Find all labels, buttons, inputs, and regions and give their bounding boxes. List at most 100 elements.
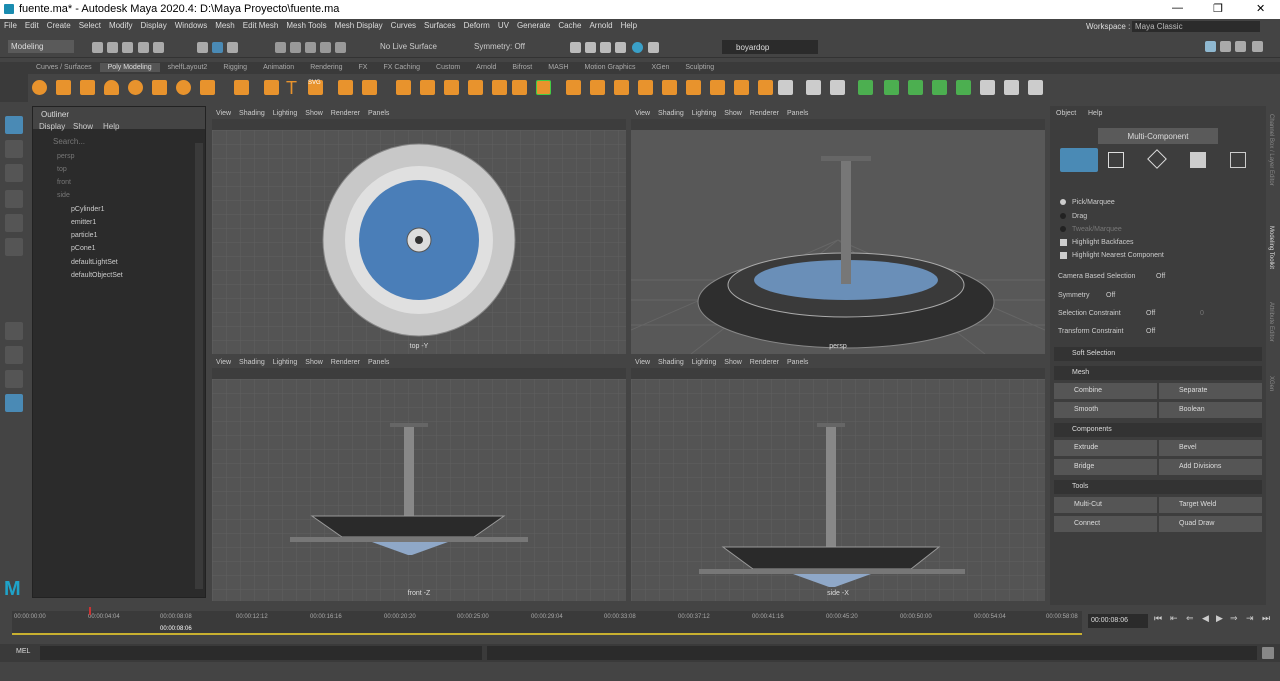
extrude-tool-icon[interactable] <box>536 80 551 95</box>
select-hierarchy-icon[interactable] <box>197 42 208 53</box>
symmetry-value[interactable]: Off <box>1106 292 1115 299</box>
vp-menu-view[interactable]: View <box>631 358 654 367</box>
vp-menu-lighting[interactable]: Lighting <box>688 358 721 367</box>
outliner-item-side[interactable]: side <box>57 192 70 199</box>
menu-select[interactable]: Select <box>75 19 105 30</box>
soft-selection-section[interactable]: Soft Selection <box>1054 347 1262 361</box>
vp-menu-renderer[interactable]: Renderer <box>327 358 364 367</box>
outliner-item-defaultobjectset[interactable]: defaultObjectSet <box>71 272 123 279</box>
select-component-icon[interactable] <box>227 42 238 53</box>
connect-button[interactable]: Connect <box>1054 516 1157 532</box>
vp-menu-lighting[interactable]: Lighting <box>269 358 302 367</box>
quad-draw-button[interactable]: Quad Draw <box>1159 516 1262 532</box>
vp-menu-panels[interactable]: Panels <box>364 109 393 118</box>
tab-modeling-toolkit[interactable]: Modeling Toolkit <box>1268 226 1274 269</box>
snap-curve-icon[interactable] <box>290 42 301 53</box>
outliner-scrollbar[interactable] <box>195 143 203 589</box>
step-forward-frame-icon[interactable]: ⇒ <box>1230 613 1238 624</box>
scale-tool-icon[interactable] <box>5 238 23 256</box>
toggle-modeling-toolkit-icon[interactable] <box>1252 41 1263 52</box>
poly-torus-icon[interactable] <box>128 80 143 95</box>
menu-mesh[interactable]: Mesh <box>211 19 239 30</box>
edge-mode-icon[interactable] <box>1147 149 1167 169</box>
tweak-marquee-radio[interactable] <box>1060 226 1066 232</box>
vp-menu-shading[interactable]: Shading <box>654 358 688 367</box>
poly-cylinder-icon[interactable] <box>80 80 95 95</box>
outliner-item-particle1[interactable]: particle1 <box>71 232 97 239</box>
current-time-field[interactable]: 00:00:08:06 <box>1088 614 1148 628</box>
symmetry-field[interactable]: Symmetry: Off <box>474 42 525 51</box>
outliner-menu-help[interactable]: Help <box>103 122 119 131</box>
user-account-select[interactable]: boyardop <box>722 40 818 54</box>
fill-hole-icon[interactable] <box>638 80 653 95</box>
vp-menu-panels[interactable]: Panels <box>783 358 812 367</box>
mel-input[interactable] <box>40 646 482 660</box>
outliner-item-top[interactable]: top <box>57 166 67 173</box>
menu-cache[interactable]: Cache <box>554 19 585 30</box>
vp-menu-show[interactable]: Show <box>720 358 746 367</box>
menu-display[interactable]: Display <box>137 19 171 30</box>
poly-cone-icon[interactable] <box>104 80 119 95</box>
wedge-tool-icon[interactable] <box>662 80 677 95</box>
viewport-canvas[interactable]: top -Y <box>212 130 626 354</box>
viewport-toolbar[interactable] <box>631 119 1045 130</box>
viewport-toolbar[interactable] <box>631 368 1045 379</box>
tab-xgen[interactable]: XGen <box>1268 376 1274 391</box>
save-scene-icon[interactable] <box>122 42 133 53</box>
snap-surface-icon[interactable] <box>335 42 346 53</box>
camera-based-selection-value[interactable]: Off <box>1156 273 1165 280</box>
shelf-tab-curves-surfaces[interactable]: Curves / Surfaces <box>28 63 100 72</box>
live-surface-field[interactable]: No Live Surface <box>380 42 437 51</box>
viewport-persp[interactable]: View Shading Lighting Show Renderer Panels pe… <box>631 108 1045 354</box>
object-mode-icon[interactable] <box>1060 148 1098 172</box>
bevel-tool-icon[interactable] <box>512 80 527 95</box>
bevel-button[interactable]: Bevel <box>1159 440 1262 456</box>
viewport-toolbar[interactable] <box>212 119 626 130</box>
play-forward-icon[interactable]: ▶ <box>1216 613 1223 624</box>
outliner-item-pcylinder1[interactable]: pCylinder1 <box>71 206 104 213</box>
outliner-item-emitter1[interactable]: emitter1 <box>71 219 96 226</box>
extrude-button[interactable]: Extrude <box>1054 440 1157 456</box>
mtk-menu-object[interactable]: Object <box>1056 110 1076 117</box>
smooth-tool-icon[interactable] <box>492 80 507 95</box>
vp-menu-lighting[interactable]: Lighting <box>269 109 302 118</box>
play-backward-icon[interactable]: ◀ <box>1202 613 1209 624</box>
ipr-render-icon[interactable] <box>600 42 611 53</box>
undo-icon[interactable] <box>138 42 149 53</box>
append-tool-icon[interactable] <box>566 80 581 95</box>
uv-layout-icon[interactable] <box>1004 80 1019 95</box>
merge-tool-icon[interactable] <box>614 80 629 95</box>
outliner-item-pcone1[interactable]: pCone1 <box>71 245 96 252</box>
mirror-tool-icon[interactable] <box>710 80 725 95</box>
nurbs-tool-icon[interactable] <box>362 80 377 95</box>
menu-edit[interactable]: Edit <box>21 19 43 30</box>
selection-constraint-value[interactable]: Off <box>1146 310 1155 317</box>
outliner-item-front[interactable]: front <box>57 179 71 186</box>
uv-cylindrical-icon[interactable] <box>908 80 923 95</box>
step-back-frame-icon[interactable]: ⇐ <box>1186 613 1194 624</box>
crease-tool-icon[interactable] <box>758 80 773 95</box>
shelf-tab-rendering[interactable]: Rendering <box>302 63 350 72</box>
platonic-solid-icon[interactable] <box>234 80 249 95</box>
snap-view-icon[interactable] <box>320 42 331 53</box>
target-weld-button[interactable]: Target Weld <box>1159 497 1262 513</box>
maximize-button[interactable]: ❐ <box>1213 2 1223 15</box>
separate-button[interactable]: Separate <box>1159 383 1262 399</box>
poke-tool-icon[interactable] <box>686 80 701 95</box>
go-to-start-icon[interactable]: ⏮ <box>1154 613 1162 624</box>
outliner-item-persp[interactable]: persp <box>57 153 75 160</box>
shelf-tab-motion-graphics[interactable]: Motion Graphics <box>576 63 643 72</box>
mesh-section[interactable]: Mesh <box>1054 366 1262 380</box>
menu-windows[interactable]: Windows <box>171 19 211 30</box>
arnold-render-icon[interactable] <box>648 42 659 53</box>
vp-menu-shading[interactable]: Shading <box>654 109 688 118</box>
poly-pipe-icon[interactable] <box>200 80 215 95</box>
uv-spherical-icon[interactable] <box>932 80 947 95</box>
type-tool-icon[interactable]: T <box>286 78 297 99</box>
smooth-button[interactable]: Smooth <box>1054 402 1157 418</box>
viewport-canvas[interactable]: side -X <box>631 379 1045 601</box>
target-weld-icon[interactable] <box>806 80 821 95</box>
shelf-tab-animation[interactable]: Animation <box>255 63 302 72</box>
vp-menu-shading[interactable]: Shading <box>235 109 269 118</box>
poly-plane-icon[interactable] <box>152 80 167 95</box>
